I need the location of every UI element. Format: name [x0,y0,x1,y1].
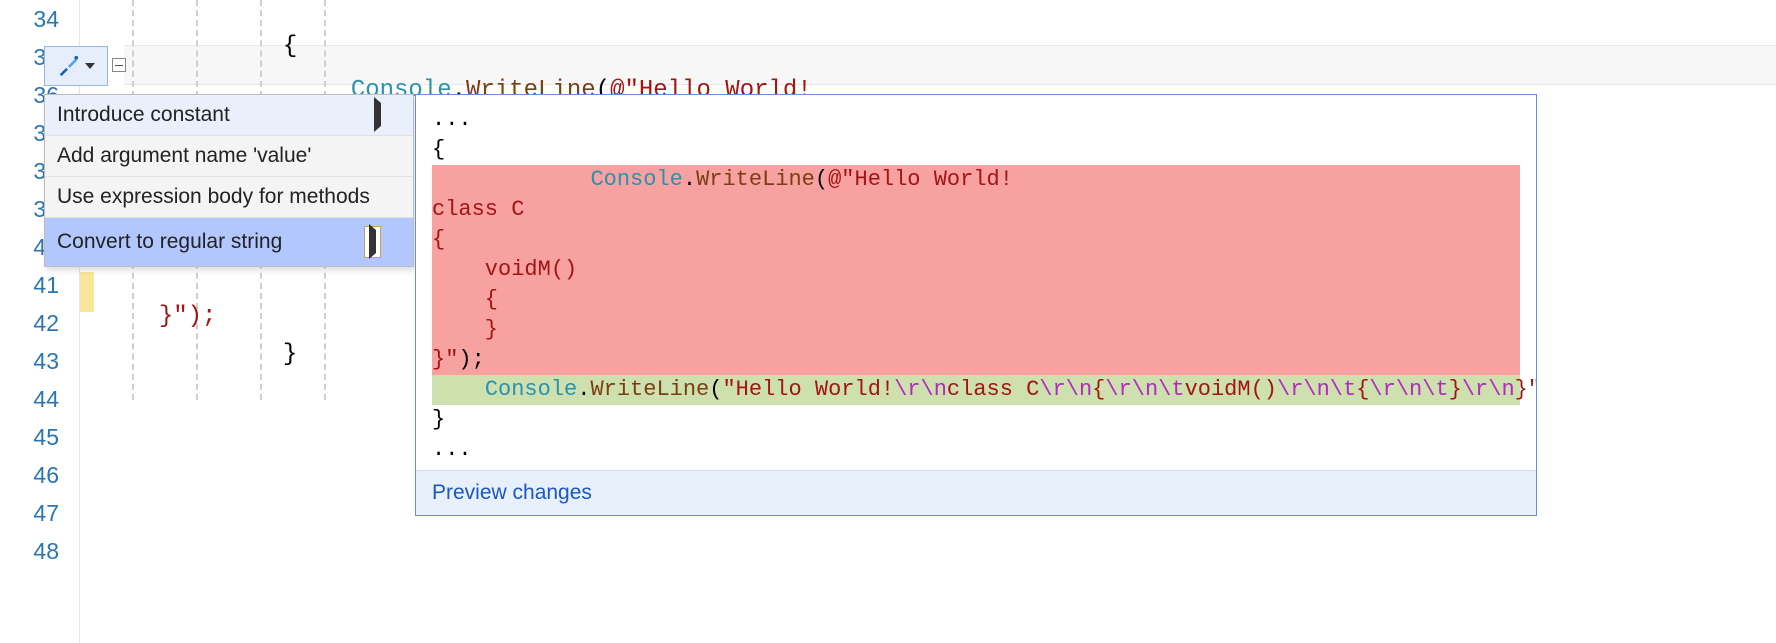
menu-item-label: Introduce constant [57,103,230,127]
preview-footer: Preview changes [416,470,1536,515]
menu-item-label: Use expression body for methods [57,185,370,209]
menu-item[interactable]: Convert to regular string [45,218,413,266]
diff-removed-line: voidM() [432,255,1520,285]
chevron-right-icon [374,97,381,132]
preview-panel: ...{ Console.WriteLine(@"Hello World!cla… [415,94,1537,516]
submenu-indicator [374,103,381,127]
line-number: 44 [19,386,59,413]
line-number: 45 [19,424,59,451]
chevron-right-icon [369,224,376,259]
modified-marker [80,272,94,312]
quick-actions-button[interactable] [44,46,108,86]
screwdriver-icon [57,55,79,77]
line-number: 42 [19,310,59,337]
diff-line: ... [432,105,1520,135]
diff-removed-line: class C [432,195,1520,225]
line-number: 41 [19,272,59,299]
chevron-down-icon [85,63,95,69]
diff-line: { [432,135,1520,165]
line-number: 46 [19,462,59,489]
preview-changes-link[interactable]: Preview changes [432,481,592,504]
menu-item[interactable]: Introduce constant [45,95,413,136]
diff-line: } [432,405,1520,435]
line-number: 43 [19,348,59,375]
quick-actions-menu: Introduce constant Add argument name 'val… [44,94,414,267]
menu-item[interactable]: Use expression body for methods [45,177,413,218]
diff-line: ... [432,435,1520,465]
menu-item[interactable]: Add argument name 'value' [45,136,413,177]
diff-removed-line: { [432,285,1520,315]
code-line[interactable]: { [254,6,297,60]
menu-item-label: Add argument name 'value' [57,144,311,168]
token-string-end: }"); [159,303,217,330]
menu-item-label: Convert to regular string [57,230,282,254]
submenu-indicator [364,226,381,258]
diff-removed-line: { [432,225,1520,255]
code-line[interactable]: } [254,314,297,368]
diff-view[interactable]: ...{ Console.WriteLine(@"Hello World!cla… [416,95,1536,470]
line-number: 48 [19,538,59,565]
diff-removed-line: }"); [432,345,1520,375]
diff-removed-line: Console.WriteLine(@"Hello World! [432,165,1520,195]
code-line[interactable]: }"); [130,276,216,330]
line-number: 34 [19,6,59,33]
outline-collapse-glyph[interactable] [112,58,126,72]
brace-close: } [283,341,297,368]
diff-removed-line: } [432,315,1520,345]
diff-added-line: Console.WriteLine("Hello World!\r\nclass… [432,375,1520,405]
line-number: 47 [19,500,59,527]
brace-open: { [283,33,297,60]
